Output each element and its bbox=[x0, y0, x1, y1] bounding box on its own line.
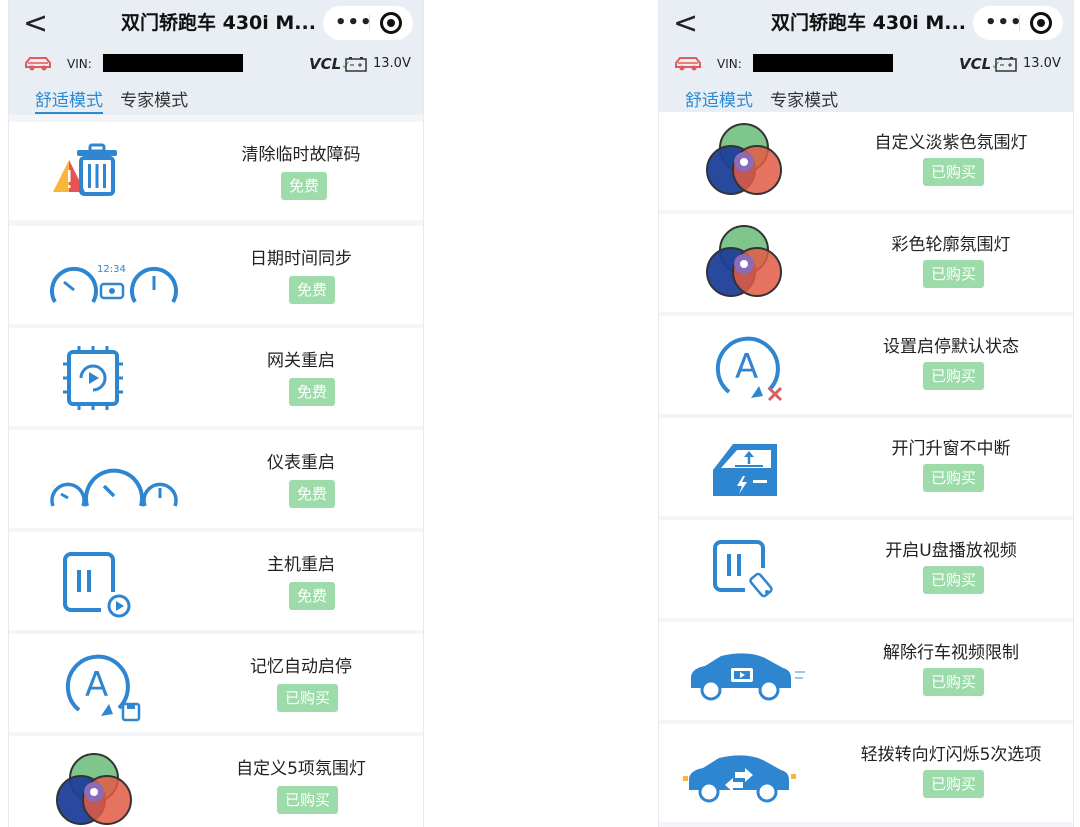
price-badge[interactable]: 已购买 bbox=[277, 786, 339, 814]
price-badge[interactable]: 免费 bbox=[289, 378, 336, 406]
car-video-icon bbox=[691, 653, 805, 701]
battery-icon bbox=[345, 57, 367, 72]
miniapp-capsule: ••• bbox=[323, 6, 413, 40]
function-item[interactable]: 12:34 日期时间同步 免费 bbox=[9, 226, 423, 324]
usb-video-icon bbox=[713, 540, 773, 598]
price-badge[interactable]: 已购买 bbox=[277, 684, 339, 712]
battery-icon bbox=[995, 57, 1017, 72]
chip-restart-icon bbox=[63, 346, 123, 410]
svg-text:A: A bbox=[735, 347, 758, 387]
svg-text:12:34: 12:34 bbox=[97, 264, 126, 275]
capsule-divider bbox=[1019, 15, 1020, 31]
function-name: 自定义淡紫色氛围灯 bbox=[874, 133, 1028, 153]
car-turn-signal-icon bbox=[683, 755, 796, 803]
function-item[interactable]: A 设置启停默认状态 已购买 bbox=[659, 316, 1073, 414]
gauges-clock-icon: 12:34 bbox=[50, 264, 178, 304]
tab-comfort-mode[interactable]: 舒适模式 bbox=[35, 86, 103, 114]
warning-trash-icon bbox=[53, 143, 117, 196]
battery-voltage: 13.0V bbox=[373, 56, 411, 71]
dashboard-gauges-icon bbox=[50, 468, 178, 507]
nav-header: < 双门轿跑车 430i M... ••• VIN: VCL✓ 13.0V 舒适… bbox=[9, 0, 423, 115]
function-name: 设置启停默认状态 bbox=[883, 337, 1019, 357]
headunit-restart-icon bbox=[63, 552, 131, 618]
vin-redacted bbox=[753, 54, 893, 72]
function-name: 记忆自动启停 bbox=[250, 657, 352, 677]
door-window-icon bbox=[713, 444, 777, 496]
tab-expert-mode[interactable]: 专家模式 bbox=[770, 86, 838, 111]
function-name: 仪表重启 bbox=[267, 453, 335, 473]
tab-expert-mode[interactable]: 专家模式 bbox=[120, 86, 188, 111]
vin-label: VIN: bbox=[67, 57, 92, 71]
vcl-label: VCL bbox=[309, 55, 342, 73]
rgb-venn-icon bbox=[56, 753, 132, 825]
function-item[interactable]: 清除临时故障码 免费 bbox=[9, 122, 423, 220]
mode-tabs: 舒适模式 专家模式 bbox=[35, 86, 200, 114]
close-target-button[interactable] bbox=[1030, 12, 1052, 34]
vcl-label: VCL bbox=[959, 55, 992, 73]
rgb-venn-icon bbox=[706, 123, 782, 195]
back-button[interactable]: < bbox=[673, 4, 698, 44]
price-badge[interactable]: 已购买 bbox=[923, 260, 985, 288]
vehicle-info-row: VIN: VCL✓ 13.0V bbox=[673, 54, 1061, 76]
function-item[interactable]: 开启U盘播放视频 已购买 bbox=[659, 520, 1073, 618]
function-item[interactable]: 开门升窗不中断 已购买 bbox=[659, 418, 1073, 516]
back-button[interactable]: < bbox=[23, 4, 48, 44]
price-badge[interactable]: 已购买 bbox=[923, 362, 985, 390]
price-badge[interactable]: 已购买 bbox=[923, 566, 985, 594]
function-name: 彩色轮廓氛围灯 bbox=[891, 235, 1011, 255]
function-name: 主机重启 bbox=[267, 555, 335, 575]
price-badge[interactable]: 免费 bbox=[289, 276, 336, 304]
more-button[interactable]: ••• bbox=[985, 12, 1023, 34]
more-button[interactable]: ••• bbox=[335, 12, 373, 34]
screen-left: < 双门轿跑车 430i M... ••• VIN: VCL✓ 13.0V 舒适… bbox=[8, 0, 424, 827]
price-badge[interactable]: 已购买 bbox=[923, 464, 985, 492]
function-item[interactable]: 轻拨转向灯闪烁5次选项 已购买 bbox=[659, 724, 1073, 822]
function-item[interactable]: 自定义淡紫色氛围灯 已购买 bbox=[659, 112, 1073, 210]
nav-header: < 双门轿跑车 430i M... ••• VIN: VCL✓ 13.0V 舒适… bbox=[659, 0, 1073, 115]
car-icon bbox=[675, 57, 701, 71]
price-badge[interactable]: 已购买 bbox=[923, 158, 985, 186]
auto-start-stop-off-icon: A bbox=[715, 336, 783, 402]
function-item[interactable]: 彩色轮廓氛围灯 已购买 bbox=[659, 214, 1073, 312]
function-name: 自定义5项氛围灯 bbox=[236, 759, 366, 779]
function-name: 开门升窗不中断 bbox=[891, 439, 1011, 459]
mode-tabs: 舒适模式 专家模式 bbox=[685, 86, 850, 114]
price-badge[interactable]: 免费 bbox=[289, 480, 336, 508]
function-name: 轻拨转向灯闪烁5次选项 bbox=[860, 745, 1042, 765]
page-title: 双门轿跑车 430i M... bbox=[121, 12, 316, 34]
function-name: 开启U盘播放视频 bbox=[885, 541, 1017, 561]
miniapp-capsule: ••• bbox=[973, 6, 1063, 40]
car-icon bbox=[25, 57, 51, 71]
vin-redacted bbox=[103, 54, 243, 72]
vehicle-info-row: VIN: VCL✓ 13.0V bbox=[23, 54, 411, 76]
function-item[interactable]: A 记忆自动启停 已购买 bbox=[9, 634, 423, 732]
price-badge[interactable]: 已购买 bbox=[923, 770, 985, 798]
close-target-button[interactable] bbox=[380, 12, 402, 34]
vin-label: VIN: bbox=[717, 57, 742, 71]
tab-comfort-mode[interactable]: 舒适模式 bbox=[685, 86, 753, 114]
capsule-divider bbox=[369, 15, 370, 31]
price-badge[interactable]: 已购买 bbox=[923, 668, 985, 696]
function-name: 网关重启 bbox=[267, 351, 335, 371]
svg-text:A: A bbox=[85, 665, 108, 705]
function-item[interactable]: 自定义5项氛围灯 已购买 bbox=[9, 736, 423, 827]
function-name: 解除行车视频限制 bbox=[883, 643, 1019, 663]
function-item[interactable]: 网关重启 免费 bbox=[9, 328, 423, 426]
function-name: 清除临时故障码 bbox=[241, 145, 361, 165]
screen-right: < 双门轿跑车 430i M... ••• VIN: VCL✓ 13.0V 舒适… bbox=[658, 0, 1074, 827]
page-title: 双门轿跑车 430i M... bbox=[771, 12, 966, 34]
function-item[interactable]: 解除行车视频限制 已购买 bbox=[659, 622, 1073, 720]
battery-voltage: 13.0V bbox=[1023, 56, 1061, 71]
function-item[interactable]: 仪表重启 免费 bbox=[9, 430, 423, 528]
function-item[interactable]: 主机重启 免费 bbox=[9, 532, 423, 630]
function-name: 日期时间同步 bbox=[250, 249, 352, 269]
price-badge[interactable]: 免费 bbox=[289, 582, 336, 610]
price-badge[interactable]: 免费 bbox=[281, 172, 328, 200]
rgb-venn-icon bbox=[706, 225, 782, 297]
auto-start-stop-memory-icon: A bbox=[65, 654, 141, 722]
